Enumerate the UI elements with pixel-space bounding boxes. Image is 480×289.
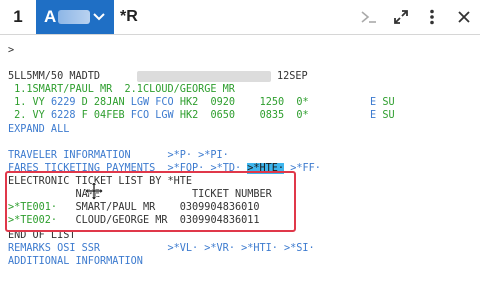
seg2-arr: 0835: [259, 110, 285, 121]
seg1-arr: 1250: [259, 97, 285, 108]
additional-information-link[interactable]: ADDITIONAL INFORMATION: [8, 255, 143, 268]
tab-second[interactable]: *R: [120, 0, 138, 34]
seg2-dep: 0650: [210, 110, 236, 121]
seg1-status: HK2: [179, 97, 199, 108]
seg1-num: 1. VY: [8, 97, 45, 108]
pnr-header: 5LL5MM/50 MADTD 12SEP: [8, 70, 308, 83]
seg2-class: F: [81, 110, 88, 121]
seg2-su: SU: [382, 110, 395, 121]
close-icon[interactable]: [453, 6, 475, 28]
tab-redacted-name: [58, 10, 91, 24]
traveler-information: TRAVELER INFORMATION >*P· >*PI·: [8, 149, 229, 162]
terminal-screen[interactable]: > 5LL5MM/50 MADTD 12SEP 1.1SMART/PAUL MR…: [0, 34, 480, 289]
traveler-info-link[interactable]: TRAVELER INFORMATION: [8, 150, 131, 161]
seg2-flag: 0*: [296, 110, 309, 121]
move-cursor-icon: [84, 181, 104, 201]
seg1-route-link[interactable]: LGW FCO: [131, 97, 174, 108]
segment-2: 2. VY 6228 F 04FEB FCO LGW HK2 0650 0835…: [8, 109, 395, 122]
seg1-flight-link[interactable]: 6229: [51, 97, 76, 108]
prompt-icon[interactable]: [358, 6, 380, 28]
ticket-list-highlight-box: [5, 171, 296, 232]
seg1-class: D: [81, 97, 88, 108]
seg2-num: 2. VY: [8, 110, 45, 121]
seg1-date: 28JAN: [93, 97, 125, 108]
seg1-su: SU: [382, 97, 395, 108]
expand-arrows-icon[interactable]: [390, 6, 412, 28]
remarks-link[interactable]: REMARKS OSI SSR: [8, 243, 100, 254]
tab-active-label: A: [44, 7, 57, 26]
remarks-line: REMARKS OSI SSR >*VL· >*VR· >*HTI· >*SI·: [8, 242, 315, 255]
tab-number[interactable]: 1: [0, 0, 36, 34]
seg1-dep: 0920: [210, 97, 236, 108]
pnr-date: 12SEP: [276, 71, 308, 82]
seg2-e-link[interactable]: E: [370, 110, 376, 121]
command-prompt[interactable]: >: [8, 44, 14, 57]
seg1-flag: 0*: [296, 97, 309, 108]
seg2-flight-link[interactable]: 6228: [51, 110, 76, 121]
passenger-list: 1.1SMART/PAUL MR 2.1CLOUD/GEORGE MR: [14, 84, 235, 95]
seg1-e-link[interactable]: E: [370, 97, 376, 108]
seg2-status: HK2: [179, 110, 199, 121]
expand-all-link[interactable]: EXPAND ALL: [8, 123, 69, 136]
seg2-date: 04FEB: [93, 110, 125, 121]
seg2-route-link[interactable]: FCO LGW: [131, 110, 174, 121]
redacted-agent: [136, 70, 271, 82]
tab-active[interactable]: A: [36, 0, 114, 34]
tab-bar: 1 A *R: [0, 0, 480, 35]
vertical-dots-icon[interactable]: [421, 6, 443, 28]
remarks-links[interactable]: >*VL· >*VR· >*HTI· >*SI·: [167, 243, 314, 254]
segment-1: 1. VY 6229 D 28JAN LGW FCO HK2 0920 1250…: [8, 96, 395, 109]
traveler-links[interactable]: >*P· >*PI·: [167, 150, 228, 161]
record-locator: 5LL5MM/50 MADTD: [8, 71, 101, 82]
chevron-down-icon[interactable]: [92, 10, 106, 24]
passenger-names: 1.1SMART/PAUL MR 2.1CLOUD/GEORGE MR: [8, 83, 235, 96]
